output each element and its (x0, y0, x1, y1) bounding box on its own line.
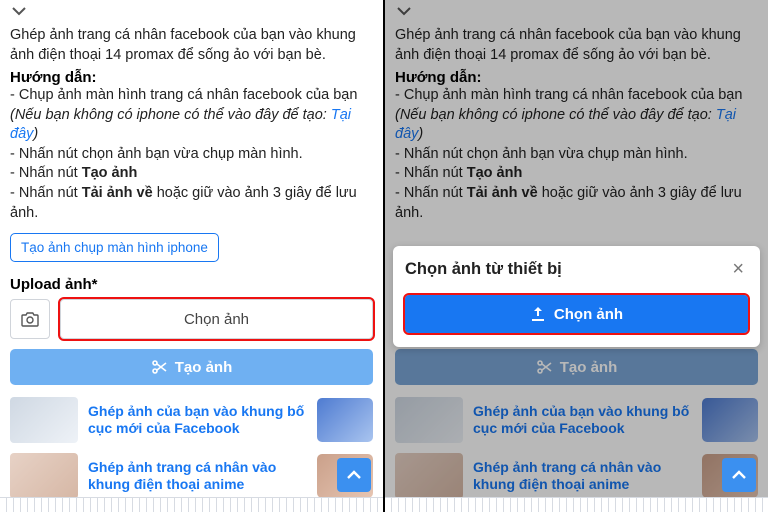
upload-icon (530, 307, 546, 321)
camera-icon (20, 310, 40, 328)
scroll-top-button[interactable] (722, 458, 756, 492)
modal-close-button[interactable]: × (728, 258, 748, 281)
card-thumbnail (10, 453, 78, 499)
modal-choose-label: Chọn ảnh (554, 306, 623, 323)
create-image-label: Tạo ảnh (175, 359, 233, 376)
right-screenshot: Ghép ảnh trang cá nhân facebook của bạn … (385, 0, 768, 512)
modal-choose-button[interactable]: Chọn ảnh (405, 295, 748, 333)
card-title: Ghép ảnh trang cá nhân vào khung điện th… (88, 459, 307, 493)
chevron-up-icon (346, 467, 362, 483)
choose-image-button[interactable]: Chọn ảnh (60, 299, 373, 339)
card-preview (317, 398, 373, 442)
modal-title: Chọn ảnh từ thiết bị (405, 260, 562, 279)
card-thumbnail (10, 397, 78, 443)
bottom-ruler (385, 497, 768, 512)
upload-label: Upload ảnh* (10, 276, 373, 293)
chevron-down-icon[interactable] (10, 2, 28, 20)
description-text: Ghép ảnh trang cá nhân facebook của bạn … (10, 26, 373, 65)
instruction-line-4: - Nhấn nút Tải ảnh về hoặc giữ vào ảnh 3… (10, 184, 373, 223)
create-image-button[interactable]: Tạo ảnh (10, 349, 373, 385)
instruction-line-3: - Nhấn nút Tạo ảnh (10, 164, 373, 184)
chevron-up-icon (731, 467, 747, 483)
instruction-line-1: - Chụp ảnh màn hình trang cá nhân facebo… (10, 86, 373, 145)
choose-image-modal: Chọn ảnh từ thiết bị × Chọn ảnh (393, 246, 760, 347)
left-screenshot: Ghép ảnh trang cá nhân facebook của bạn … (0, 0, 383, 512)
camera-button[interactable] (10, 299, 50, 339)
screenshot-tool-button[interactable]: Tạo ảnh chụp màn hình iphone (10, 233, 219, 262)
scissors-icon (151, 359, 167, 375)
scroll-top-button[interactable] (337, 458, 371, 492)
card-title: Ghép ảnh của bạn vào khung bố cục mới củ… (88, 403, 307, 437)
instructions-heading: Hướng dẫn: (10, 69, 373, 86)
close-icon: × (732, 258, 744, 280)
instruction-line-2: - Nhấn nút chọn ảnh bạn vừa chụp màn hìn… (10, 145, 373, 165)
related-card-1[interactable]: Ghép ảnh của bạn vào khung bố cục mới củ… (10, 397, 373, 443)
bottom-ruler (0, 497, 383, 512)
related-card-2[interactable]: Ghép ảnh trang cá nhân vào khung điện th… (10, 453, 373, 499)
